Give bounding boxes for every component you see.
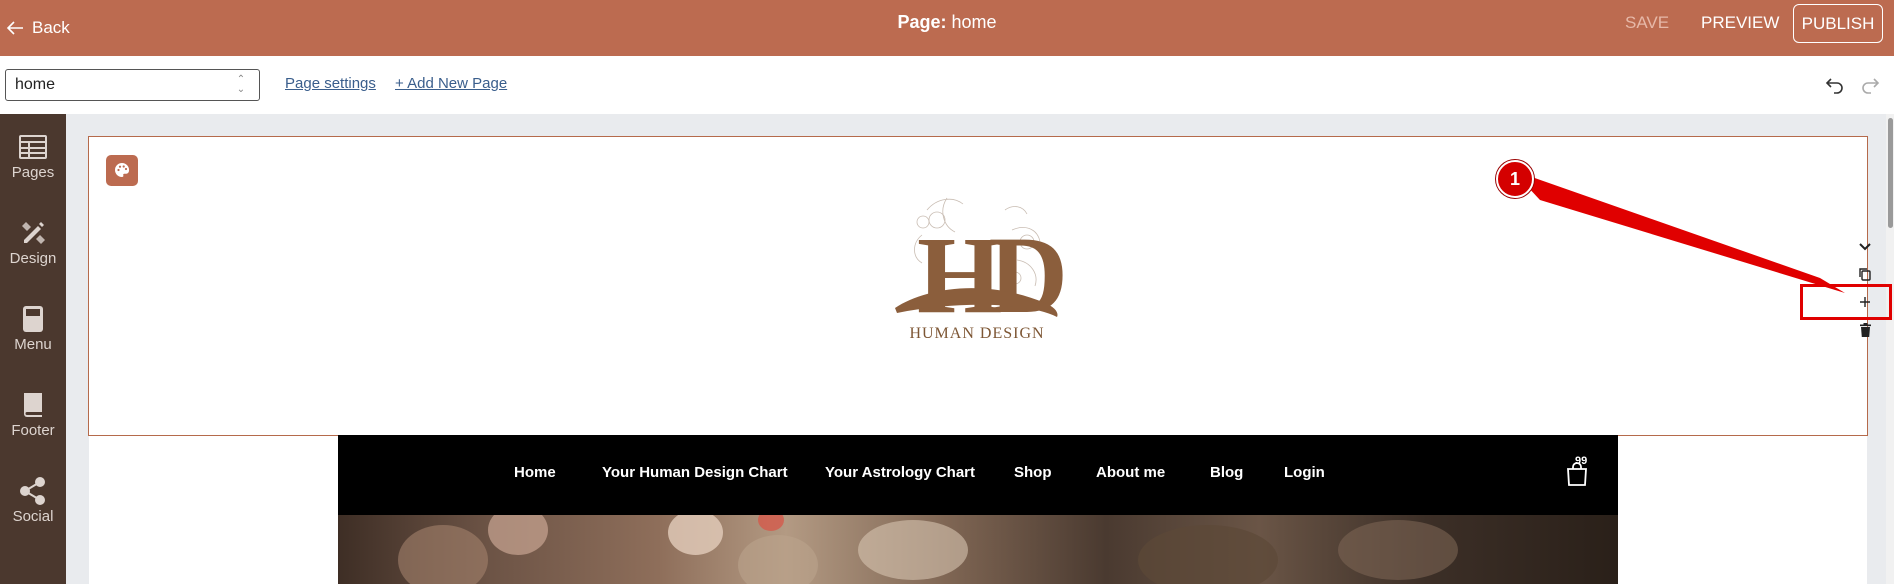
nav-item-shop[interactable]: Shop: [1014, 464, 1052, 481]
publish-button[interactable]: PUBLISH: [1793, 4, 1883, 43]
page-title: Page: home: [0, 0, 1894, 45]
sidebar-item-design[interactable]: Design: [0, 200, 66, 280]
palette-icon: [115, 162, 130, 177]
updown-chevron-icon: ⌃ ⌄: [236, 74, 246, 95]
nav-item-about-me[interactable]: About me: [1096, 464, 1165, 481]
nav-item-home[interactable]: Home: [514, 464, 556, 481]
page-title-value: home: [951, 12, 997, 32]
sidebar-item-label: Menu: [14, 336, 52, 353]
cart-count-badge: 99: [1575, 455, 1588, 467]
nav-item-login[interactable]: Login: [1284, 464, 1325, 481]
redo-icon[interactable]: [1859, 74, 1881, 96]
logo-monogram: HD: [917, 214, 1064, 336]
add-new-page-link[interactable]: + Add New Page: [395, 75, 507, 92]
sidebar-item-label: Pages: [11, 164, 55, 181]
save-button[interactable]: SAVE: [1625, 0, 1669, 45]
table-icon: [19, 135, 47, 159]
site-logo: HD: [895, 197, 1067, 336]
sidebar-item-social[interactable]: Social: [0, 458, 66, 538]
logo-text: HUMAN DESIGN: [909, 325, 1045, 342]
nav-item-human-design-chart[interactable]: Your Human Design Chart: [602, 464, 788, 481]
sidebar-item-menu[interactable]: Menu: [0, 286, 66, 366]
site-navigation: Home Your Human Design Chart Your Astrol…: [338, 435, 1618, 515]
sidebar-item-pages[interactable]: Pages: [0, 114, 66, 194]
book-icon: [24, 393, 42, 417]
page-title-prefix: Page:: [897, 12, 947, 32]
top-bar: Back Page: home SAVE PREVIEW PUBLISH: [0, 0, 1894, 56]
pencil-ruler-icon: [22, 222, 45, 244]
calculator-icon: [23, 306, 43, 332]
sidebar: Pages Design Menu Footer Social: [0, 114, 66, 584]
annotation-highlight-box: [1800, 284, 1892, 320]
trash-icon: [1859, 323, 1871, 337]
page-select-value: home: [15, 76, 56, 93]
annotation-marker: 1: [1496, 160, 1534, 198]
page-select[interactable]: home ⌃ ⌄: [5, 69, 260, 101]
undo-icon[interactable]: [1824, 74, 1846, 96]
page-settings-link[interactable]: Page settings: [285, 75, 376, 92]
delete-section-button[interactable]: [1851, 316, 1879, 344]
section-style-button[interactable]: [106, 155, 138, 186]
nav-item-blog[interactable]: Blog: [1210, 464, 1243, 481]
sidebar-item-label: Footer: [11, 422, 55, 439]
page-toolbar: home ⌃ ⌄ Page settings + Add New Page: [0, 56, 1894, 114]
sidebar-item-label: Social: [12, 508, 54, 525]
share-icon: [20, 477, 45, 505]
hero-image: [338, 515, 1618, 584]
sidebar-item-label: Design: [9, 250, 57, 267]
nav-item-astrology-chart[interactable]: Your Astrology Chart: [825, 464, 975, 481]
sidebar-item-footer[interactable]: Footer: [0, 372, 66, 452]
preview-button[interactable]: PREVIEW: [1701, 0, 1779, 45]
